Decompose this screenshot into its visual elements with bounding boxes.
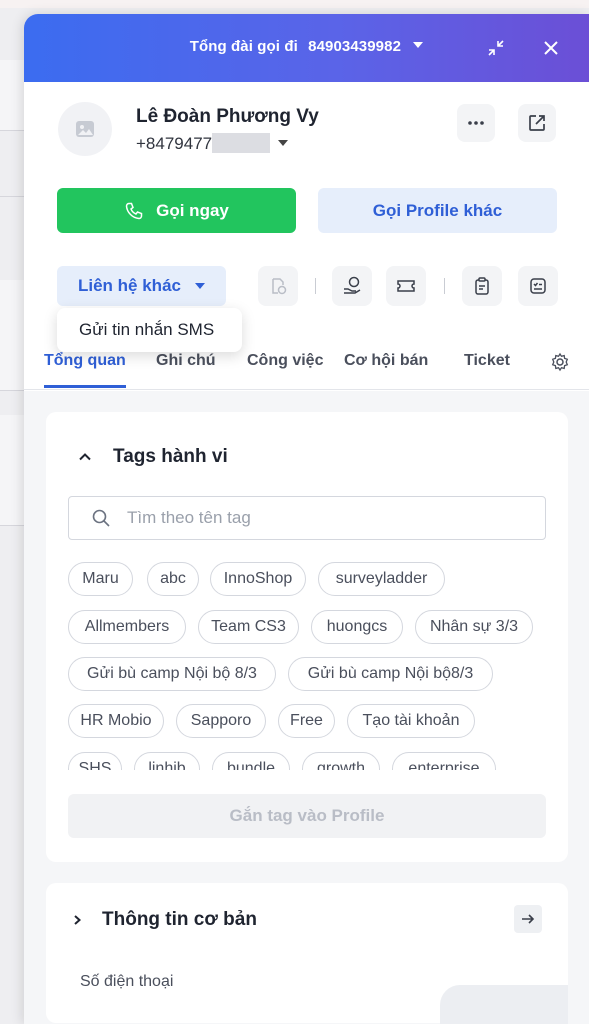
call-now-button[interactable]: Gọi ngay bbox=[57, 188, 296, 233]
tag-search-input[interactable]: Tìm theo tên tag bbox=[68, 496, 546, 540]
tag-chip[interactable]: growth bbox=[302, 752, 380, 770]
tags-card: Tags hành vi Tìm theo tên tag Maru abc I… bbox=[46, 412, 568, 862]
chevron-right-icon bbox=[74, 915, 82, 925]
chevron-down-icon bbox=[194, 283, 205, 289]
tag-chip[interactable]: Team CS3 bbox=[198, 610, 299, 644]
tab-settings-button[interactable] bbox=[548, 350, 572, 374]
tag-chip[interactable]: Maru bbox=[68, 562, 133, 596]
ticket-icon bbox=[397, 280, 415, 292]
tag-chip[interactable]: Gửi bù camp Nội bộ 8/3 bbox=[68, 657, 276, 691]
tab-ticket[interactable]: Ticket bbox=[464, 352, 510, 388]
tag-chip[interactable]: SHS bbox=[68, 752, 122, 770]
call-other-profile-label: Gọi Profile khác bbox=[372, 200, 503, 220]
tag-chip[interactable]: abc bbox=[147, 562, 199, 596]
basic-info-title: Thông tin cơ bản bbox=[102, 909, 257, 930]
search-icon bbox=[92, 509, 110, 527]
ticket-tool-button[interactable] bbox=[386, 266, 426, 306]
tab-opportunities[interactable]: Cơ hội bán bbox=[344, 352, 428, 388]
open-profile-button[interactable] bbox=[518, 104, 556, 142]
tag-list: Maru abc InnoShop surveyladder Allmember… bbox=[68, 562, 548, 770]
basic-info-card: Thông tin cơ bản Số điện thoại bbox=[46, 883, 568, 1024]
tag-chip[interactable]: Allmembers bbox=[68, 610, 186, 644]
other-contact-dropdown[interactable]: Liên hệ khác bbox=[57, 266, 226, 306]
other-contact-label: Liên hệ khác bbox=[78, 276, 181, 295]
image-placeholder-icon bbox=[76, 121, 94, 137]
outbound-line-label: Tổng đài gọi đi bbox=[189, 38, 298, 55]
external-link-icon bbox=[529, 115, 545, 131]
more-options-button[interactable] bbox=[457, 104, 495, 142]
open-basic-info-button[interactable] bbox=[514, 905, 542, 933]
document-clock-icon bbox=[272, 278, 287, 295]
tag-chip[interactable]: Nhân sự 3/3 bbox=[415, 610, 533, 644]
clipboard-tool-button[interactable] bbox=[462, 266, 502, 306]
background-topbar bbox=[0, 0, 589, 8]
profile-phone-selector[interactable]: +8479477 bbox=[136, 132, 289, 155]
tag-chip[interactable]: HR Mobio bbox=[68, 704, 164, 738]
clipboard-icon bbox=[475, 277, 489, 295]
send-sms-label: Gửi tin nhắn SMS bbox=[79, 320, 215, 339]
more-icon bbox=[468, 121, 484, 125]
chevron-down-icon bbox=[413, 42, 424, 49]
expand-basic-info-button[interactable] bbox=[70, 913, 86, 929]
assign-tag-button[interactable]: Gắn tag vào Profile bbox=[68, 794, 546, 838]
chevron-up-icon bbox=[79, 453, 91, 461]
profile-name: Lê Đoàn Phương Vy bbox=[136, 106, 319, 127]
tag-chip[interactable]: surveyladder bbox=[318, 562, 445, 596]
tag-chip[interactable]: Gửi bù camp Nội bộ8/3 bbox=[288, 657, 493, 691]
call-other-profile-button[interactable]: Gọi Profile khác bbox=[318, 188, 557, 233]
phone-mask bbox=[212, 132, 271, 153]
tags-title: Tags hành vi bbox=[113, 446, 228, 467]
collapse-tags-button[interactable] bbox=[78, 450, 96, 468]
tab-overview[interactable]: Tổng quan bbox=[44, 352, 126, 388]
tag-chip[interactable]: Tạo tài khoản bbox=[347, 704, 475, 738]
tag-chip[interactable]: bundle bbox=[212, 752, 290, 770]
call-header: Tổng đài gọi đi 84903439982 bbox=[24, 14, 589, 82]
avatar bbox=[58, 102, 112, 156]
history-tool-button[interactable] bbox=[258, 266, 298, 306]
phone-icon bbox=[125, 202, 143, 219]
money-hand-icon bbox=[344, 276, 361, 294]
tag-chip[interactable]: enterprise bbox=[392, 752, 496, 770]
outbound-line-number: 84903439982 bbox=[308, 38, 402, 55]
phone-field-label: Số điện thoại bbox=[80, 973, 174, 990]
profile-phone: +8479477 bbox=[136, 134, 213, 153]
minimize-button[interactable] bbox=[484, 36, 508, 60]
tab-notes[interactable]: Ghi chú bbox=[156, 352, 216, 388]
arrow-right-icon bbox=[522, 914, 535, 924]
toolbar-divider bbox=[315, 278, 316, 294]
tag-chip[interactable]: InnoShop bbox=[210, 562, 306, 596]
send-sms-menu-item[interactable]: Gửi tin nhắn SMS bbox=[57, 308, 242, 352]
toolbar-divider bbox=[444, 278, 445, 294]
gear-icon bbox=[551, 352, 569, 372]
call-panel: Tổng đài gọi đi 84903439982 Lê Đoàn Phươ… bbox=[24, 14, 589, 1024]
tag-search-placeholder: Tìm theo tên tag bbox=[127, 508, 251, 527]
close-icon bbox=[544, 41, 558, 55]
payment-tool-button[interactable] bbox=[332, 266, 372, 306]
call-now-label: Gọi ngay bbox=[156, 200, 229, 220]
tag-chip[interactable]: Free bbox=[278, 704, 335, 738]
tab-tasks[interactable]: Công việc bbox=[247, 352, 323, 388]
collapse-icon bbox=[488, 40, 504, 56]
close-button[interactable] bbox=[539, 36, 563, 60]
tag-chip[interactable]: huongcs bbox=[311, 610, 403, 644]
checklist-icon bbox=[530, 278, 546, 294]
checklist-tool-button[interactable] bbox=[518, 266, 558, 306]
chevron-down-icon bbox=[278, 139, 289, 146]
phone-value-placeholder bbox=[440, 985, 568, 1024]
tag-chip[interactable]: linhjb bbox=[134, 752, 200, 770]
tag-chip[interactable]: Sapporo bbox=[176, 704, 266, 738]
